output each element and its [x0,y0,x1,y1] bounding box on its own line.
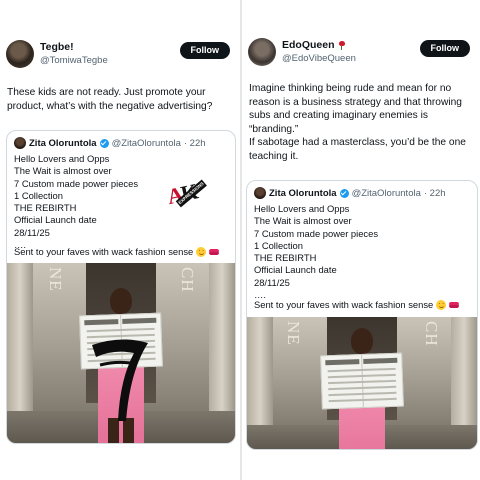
quoted-tweet-text: Hello Lovers and Opps The Wait is almost… [254,203,379,301]
photo-wall-letters-right: CH [178,267,197,293]
follow-button[interactable]: Follow [179,42,230,59]
verified-badge-icon [339,188,349,198]
lips-emoji-icon [449,301,460,309]
photo-wall-letters-left: NE [46,267,65,292]
quoted-author-handle: @ZitaOloruntola [351,187,421,199]
follow-button[interactable]: Follow [419,40,470,57]
person-head [110,288,132,315]
quoted-author-avatar[interactable] [14,137,26,149]
quoted-author-name[interactable]: Zita Oloruntola [29,138,97,149]
author-info: EdoQueen @EdoVibeQueen [282,39,356,64]
person-head [351,327,373,354]
held-newspaper [320,352,404,409]
author-handle[interactable]: @TomiwaTegbe [40,55,108,66]
seven-numeral-graphic [92,339,148,421]
photo-wall-letters-left: NE [284,321,303,346]
tweet-header: Tegbe! @TomiwaTegbe Follow [6,40,234,74]
tweet-header: EdoQueen @EdoVibeQueen Follow [248,38,474,72]
quoted-tweet-photo[interactable]: NE CH [7,263,235,443]
author-avatar[interactable] [248,38,276,66]
tweet-text: These kids are not ready. Just promote y… [7,87,213,112]
lips-emoji-icon [209,248,220,256]
photo-wall-letters-right: CH [422,321,441,347]
quoted-last-line-text: Sent to your faves with wack fashion sen… [254,299,434,310]
author-handle[interactable]: @EdoVibeQueen [282,53,356,64]
author-avatar[interactable] [6,40,34,68]
quoted-tweet-header: Zita Oloruntola @ZitaOloruntola · 22h [14,137,206,149]
grimace-emoji-icon [436,299,447,310]
photo-person [320,327,404,449]
quoted-tweet-photo[interactable]: NE CH [247,317,477,449]
quoted-tweet-header: Zita Oloruntola @ZitaOloruntola · 22h [254,187,446,199]
author-name-text[interactable]: EdoQueen [282,39,335,51]
right-tweet-panel: EdoQueen @EdoVibeQueen Follow Imagine th… [240,0,480,480]
quoted-tweet-text: Hello Lovers and Opps The Wait is almost… [14,153,139,251]
quoted-tweet-last-line: Sent to your faves with wack fashion sen… [14,246,220,257]
author-name[interactable]: Tegbe! [40,41,108,53]
tweet-text: Imagine thinking being rude and mean for… [249,83,466,162]
rose-icon [338,40,346,50]
quoted-author-handle: @ZitaOloruntola [111,137,181,149]
verified-badge-icon [99,138,109,148]
quoted-author-name[interactable]: Zita Oloruntola [269,188,337,199]
quoted-author-avatar[interactable] [254,187,266,199]
author-name[interactable]: EdoQueen [282,39,356,51]
left-tweet-panel: Tegbe! @TomiwaTegbe Follow These kids ar… [0,0,240,480]
quoted-tweet-time[interactable]: · 22h [184,138,206,149]
grimace-emoji-icon [196,246,207,257]
quoted-tweet[interactable]: Zita Oloruntola @ZitaOloruntola · 22h He… [246,180,478,450]
author-info: Tegbe! @TomiwaTegbe [40,41,108,66]
quoted-last-line-text: Sent to your faves with wack fashion sen… [14,246,194,257]
quoted-tweet-last-line: Sent to your faves with wack fashion sen… [254,299,460,310]
quoted-tweet-time[interactable]: · 22h [424,188,446,199]
photo-person [79,288,163,443]
author-name-text[interactable]: Tegbe! [40,41,74,53]
